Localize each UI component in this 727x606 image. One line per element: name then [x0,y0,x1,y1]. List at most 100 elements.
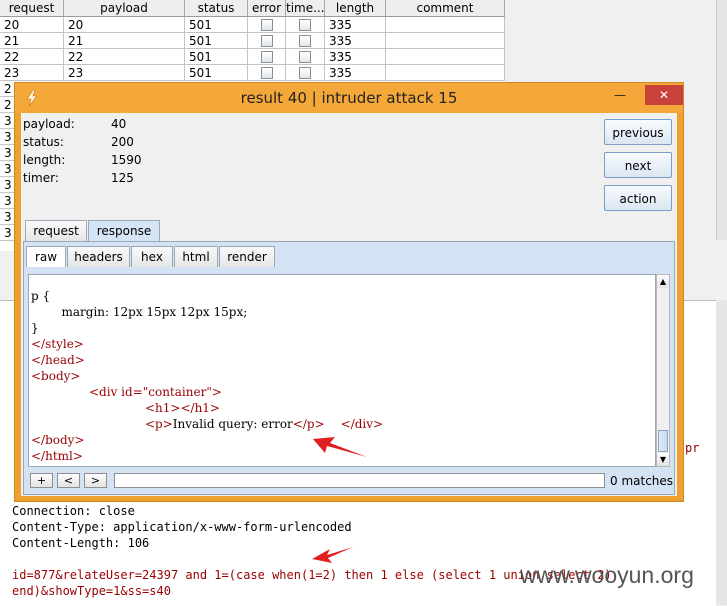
search-next-button[interactable]: > [84,473,107,488]
match-count: 0 matches [610,474,674,488]
code-line-html-close: </html> [31,449,83,463]
partial-row-number: 3 [0,129,14,145]
cell-payload: 22 [64,49,185,65]
previous-button[interactable]: previous [604,119,672,145]
subtab-hex[interactable]: hex [131,246,173,267]
subtab-render[interactable]: render [219,246,275,267]
info-value-payload: 40 [111,117,127,131]
info-label-payload: payload: [23,117,75,131]
partial-row-number: 3 [0,209,14,225]
annotation-arrow-icon [313,437,367,457]
result-dialog: result 40 | intruder attack 15 — ✕ paylo… [14,82,684,502]
column-header-length[interactable]: length [325,0,386,16]
partial-row-number: 3 [0,113,14,129]
cell-error [248,33,286,49]
tab-request[interactable]: request [25,220,87,241]
results-table-header: request payload status error time... len… [0,0,505,17]
code-line-error: <p>Invalid query: error</p> </div> [145,417,383,431]
error-checkbox[interactable] [260,67,273,79]
error-checkbox[interactable] [260,19,273,31]
search-previous-button[interactable]: < [57,473,80,488]
code-line: </head> [31,353,85,367]
info-label-length: length: [23,153,66,167]
response-panel: raw headers hex html render p { margin: … [23,241,675,495]
table-row[interactable]: 22 22 501 335 [0,49,505,65]
partial-row-number: 2 [0,81,14,97]
scroll-up-icon[interactable]: ▲ [657,275,669,288]
info-value-status: 200 [111,135,134,149]
search-input[interactable] [114,473,605,488]
header-line-connection: Connection: close [12,504,135,518]
search-add-button[interactable]: + [30,473,53,488]
timeout-checkbox[interactable] [299,51,311,63]
watermark: www.wooyun.org [520,562,694,588]
cell-timeout [286,33,325,49]
cell-length: 335 [325,17,386,33]
column-header-timeout[interactable]: time... [286,0,325,16]
timeout-checkbox[interactable] [299,67,311,79]
cell-comment [386,33,505,49]
error-checkbox[interactable] [260,51,273,63]
p-close-tag: </p> [292,417,325,431]
subtab-html[interactable]: html [174,246,218,267]
cell-length: 335 [325,65,386,81]
partial-row-number: 2 [0,97,14,113]
dialog-content: payload: 40 status: 200 length: 1590 tim… [21,113,677,496]
close-button[interactable]: ✕ [645,85,683,105]
table-row[interactable]: 20 20 501 335 [0,17,505,33]
action-button[interactable]: action [604,185,672,211]
cell-status: 501 [185,17,248,33]
subtab-raw[interactable]: raw [26,246,66,267]
info-label-status: status: [23,135,64,149]
response-scrollbar[interactable]: ▲ ▼ [656,274,670,467]
info-value-length: 1590 [111,153,142,167]
code-line-container: <div id="container"> [89,385,222,399]
column-header-status[interactable]: status [185,0,248,16]
minimize-button[interactable]: — [607,85,633,105]
partial-row-number: 3 [0,177,14,193]
cell-timeout [286,17,325,33]
timeout-checkbox[interactable] [299,19,311,31]
tab-response[interactable]: response [88,220,160,241]
code-line: } [31,321,39,335]
cell-timeout [286,49,325,65]
info-label-timer: timer: [23,171,59,185]
cell-error [248,65,286,81]
error-message: Invalid query: error [172,417,293,431]
subtab-headers[interactable]: headers [67,246,130,267]
table-row[interactable]: 21 21 501 335 [0,33,505,49]
error-checkbox[interactable] [260,35,273,47]
hidden-rows-strip: 2 2 3 3 3 3 3 3 3 3 [0,81,14,251]
timeout-checkbox[interactable] [299,35,311,47]
cell-comment [386,65,505,81]
header-line-content-type: Content-Type: application/x-www-form-url… [12,520,352,534]
results-table: request payload status error time... len… [0,0,506,85]
cell-status: 501 [185,33,248,49]
column-header-payload[interactable]: payload [64,0,185,16]
cell-error [248,49,286,65]
column-header-comment[interactable]: comment [386,0,505,16]
next-button[interactable]: next [604,152,672,178]
cell-payload: 20 [64,17,185,33]
cell-length: 335 [325,33,386,49]
scroll-down-icon[interactable]: ▼ [657,453,669,466]
table-row[interactable]: 23 23 501 335 [0,65,505,81]
cell-error [248,17,286,33]
table-scrollbar[interactable] [716,0,727,240]
column-header-error[interactable]: error [248,0,286,16]
column-header-request[interactable]: request [0,0,64,16]
code-line: </style> [31,337,84,351]
partial-row-number: 3 [0,225,14,241]
cell-payload: 21 [64,33,185,49]
response-text-area[interactable]: p { margin: 12px 15px 12px 15px; } </sty… [28,274,656,467]
editor-text-fragment: pr [685,441,700,455]
dialog-titlebar[interactable]: result 40 | intruder attack 15 — ✕ [15,83,683,113]
header-line-content-length: Content-Length: 106 [12,536,150,550]
partial-row-number: 3 [0,193,14,209]
scroll-thumb[interactable] [658,430,668,452]
cell-comment [386,49,505,65]
editor-scrollbar[interactable] [716,300,727,605]
code-line: p { [31,289,51,303]
partial-row-number: 3 [0,145,14,161]
code-line: margin: 12px 15px 12px 15px; [31,305,248,319]
